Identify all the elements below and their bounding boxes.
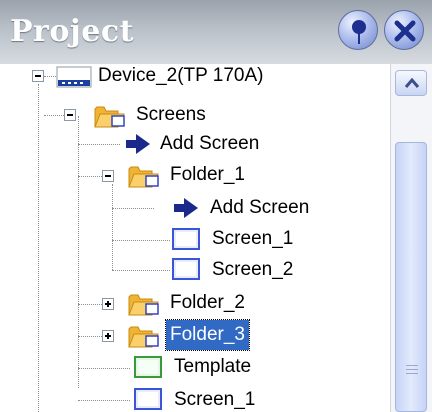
tree-item-label: Folder_1 xyxy=(170,164,245,185)
screen-icon xyxy=(172,228,200,250)
screens-folder-icon xyxy=(94,106,125,128)
panel-title: Project xyxy=(10,14,134,49)
scroll-grip xyxy=(406,369,418,370)
project-tree: Device_2(TP 170A) Screens Add Screen Fol… xyxy=(0,64,390,412)
tree-item-device[interactable]: Device_2(TP 170A) xyxy=(98,64,263,91)
tree-line xyxy=(78,304,102,305)
tree-item-label: Folder_3 xyxy=(165,319,250,351)
vertical-scrollbar[interactable] xyxy=(390,64,432,412)
chevron-up-icon xyxy=(404,77,420,88)
tree-item-add-screen[interactable]: Add Screen xyxy=(210,193,309,223)
collapse-device-button[interactable] xyxy=(32,70,44,82)
screen-icon xyxy=(172,258,200,280)
folder-icon xyxy=(128,294,159,316)
collapse-screens-button[interactable] xyxy=(64,109,76,121)
scroll-up-button[interactable] xyxy=(395,70,427,96)
device-icon xyxy=(56,66,92,88)
close-icon xyxy=(394,20,416,42)
tree-item-label: Template xyxy=(174,356,252,377)
expand-folder-2-button[interactable] xyxy=(102,298,114,310)
tree-item-label: Device_2(TP 170A) xyxy=(98,65,264,86)
tree-line xyxy=(44,76,56,77)
tree-item-folder-1[interactable]: Folder_1 xyxy=(170,160,245,190)
screen-icon xyxy=(134,388,162,410)
tree-item-label: Screens xyxy=(136,104,206,125)
template-icon xyxy=(134,356,162,378)
tree-line xyxy=(44,115,64,116)
tree-line xyxy=(78,400,130,401)
tree-item-label: Screen_2 xyxy=(212,259,294,280)
tree-line xyxy=(78,336,102,337)
tree-item-label: Folder_2 xyxy=(170,292,245,313)
tree-item-label: Screen_1 xyxy=(212,228,294,249)
scroll-grip xyxy=(406,365,418,366)
tree-line xyxy=(112,240,170,241)
tree-line xyxy=(112,208,154,209)
tree-line xyxy=(112,270,170,271)
tree-item-add-screen[interactable]: Add Screen xyxy=(160,129,259,159)
folder-icon xyxy=(128,166,159,188)
tree-item-folder-3[interactable]: Folder_3 xyxy=(165,319,250,351)
tree-line xyxy=(78,144,120,145)
tree-line xyxy=(78,116,79,388)
add-screen-arrow-icon xyxy=(174,198,198,218)
tree-line xyxy=(38,84,39,412)
tree-item-template[interactable]: Template xyxy=(174,352,251,382)
tree-item-folder-2[interactable]: Folder_2 xyxy=(170,288,245,318)
project-panel: Project Device_2(TP 170A) Screens Add Sc… xyxy=(0,0,432,412)
close-button[interactable] xyxy=(384,10,424,50)
pin-button[interactable] xyxy=(338,10,378,50)
tree-line xyxy=(78,176,102,177)
tree-line xyxy=(78,368,130,369)
tree-item-label: Screen_1 xyxy=(174,389,256,410)
tree-item-screen-1[interactable]: Screen_1 xyxy=(174,385,255,412)
tree-item-screens[interactable]: Screens xyxy=(136,100,206,130)
add-screen-arrow-icon xyxy=(126,134,150,154)
panel-header: Project xyxy=(0,0,432,64)
tree-item-screen-1-in-folder[interactable]: Screen_1 xyxy=(212,224,293,254)
tree-line xyxy=(112,184,113,270)
collapse-folder-1-button[interactable] xyxy=(102,170,114,182)
tree-item-screen-2-in-folder[interactable]: Screen_2 xyxy=(212,255,293,285)
expand-folder-3-button[interactable] xyxy=(102,330,114,342)
scroll-grip xyxy=(406,373,418,374)
folder-icon xyxy=(128,326,159,348)
scroll-thumb[interactable] xyxy=(395,142,427,412)
tree-item-label: Add Screen xyxy=(160,133,260,154)
pin-icon xyxy=(352,20,366,44)
tree-item-label: Add Screen xyxy=(210,197,310,218)
